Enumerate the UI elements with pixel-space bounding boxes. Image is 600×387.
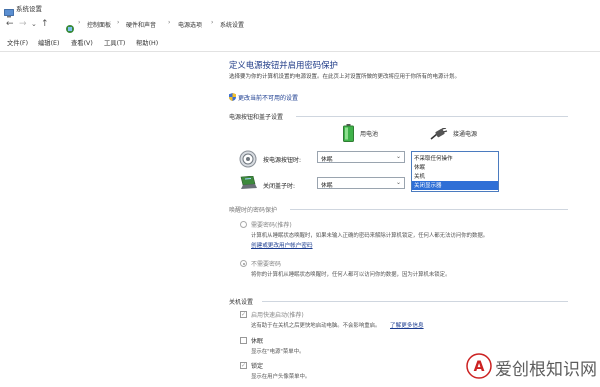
require-password-text: 计算机从睡眠状态唤醒时，如果未输入正确的密码来解除计算机锁定，任何人都无法访问你… bbox=[251, 233, 489, 239]
plugged-column-label: 接通电源 bbox=[453, 131, 478, 138]
no-password-text: 将你的计算机从睡眠状态唤醒时，任何人都可以访问你的数据，因为计算机未锁定。 bbox=[251, 272, 451, 278]
menu-help[interactable]: 帮助(H) bbox=[136, 38, 158, 47]
battery-icon bbox=[343, 124, 354, 146]
lock-text: 显示在用户头像菜单中。 bbox=[251, 374, 311, 380]
breadcrumb-separator: › bbox=[168, 19, 171, 26]
watermark-logo-letter: A bbox=[474, 359, 485, 375]
power-button-plugged-dropdown[interactable]: 不采取任何操作 休眠 关机 关闭显示器 bbox=[411, 151, 499, 192]
battery-column-label: 用电池 bbox=[360, 131, 379, 138]
lid-close-battery-select[interactable]: 休眠 ⌄ bbox=[317, 177, 405, 189]
lock-label: 锁定 bbox=[251, 363, 264, 370]
chevron-down-icon: ⌄ bbox=[395, 153, 401, 160]
hibernate-text: 显示在"电源"菜单中。 bbox=[251, 349, 305, 355]
hibernate-label: 休眠 bbox=[251, 338, 264, 345]
watermark-text: 爱创根知识网 bbox=[495, 360, 597, 380]
dropdown-option-hibernate[interactable]: 休眠 bbox=[414, 163, 425, 171]
password-section-title: 唤醒时的密码保护 bbox=[229, 207, 278, 214]
title-bar: 系统设置 bbox=[0, 0, 600, 18]
menu-divider bbox=[0, 51, 600, 52]
uac-shield-icon bbox=[229, 93, 236, 103]
fast-startup-checkbox[interactable]: ✓ bbox=[240, 311, 247, 318]
breadcrumb-hardware-sound[interactable]: 硬件和声音 bbox=[126, 20, 156, 29]
back-button[interactable]: ← bbox=[6, 18, 14, 30]
require-password-radio[interactable] bbox=[240, 221, 247, 228]
dropdown-option-turn-off-display[interactable]: 关闭显示器 bbox=[412, 181, 498, 190]
shutdown-section-title: 关机设置 bbox=[229, 299, 254, 306]
plug-icon bbox=[430, 125, 448, 144]
hibernate-checkbox[interactable] bbox=[240, 337, 247, 344]
lid-close-label: 关闭盖子时: bbox=[263, 183, 296, 190]
page-description: 选择要为你的计算机设置的电源设置。在此页上对设置所做的更改将应用于你所有的电源计… bbox=[229, 74, 461, 80]
up-button[interactable]: ↑ bbox=[41, 18, 49, 30]
menu-tools[interactable]: 工具(T) bbox=[104, 38, 125, 47]
menu-bar: 文件(F) 编辑(E) 查看(V) 工具(T) 帮助(H) bbox=[0, 36, 600, 48]
breadcrumb-separator: › bbox=[117, 19, 120, 26]
laptop-lid-icon bbox=[238, 175, 258, 194]
change-settings-link-text[interactable]: 更改当前不可用的设置 bbox=[238, 95, 298, 102]
watermark-logo-icon: A bbox=[466, 353, 492, 383]
no-password-label: 不需要密码 bbox=[251, 261, 282, 268]
page-title: 定义电源按钮并启用密码保护 bbox=[229, 60, 338, 70]
require-password-label: 需要密码(推荐) bbox=[251, 222, 292, 229]
menu-edit[interactable]: 编辑(E) bbox=[38, 38, 60, 47]
address-bar: ← → ⌄ ↑ › 控制面板 › 硬件和声音 › 电源选项 › 系统设置 bbox=[0, 16, 600, 34]
change-settings-link[interactable]: 更改当前不可用的设置 bbox=[229, 93, 298, 103]
lock-checkbox[interactable]: ✓ bbox=[240, 362, 247, 369]
breadcrumb-separator: › bbox=[211, 19, 214, 26]
fast-startup-text: 这有助于在关机之后更快地启动电脑。不会影响重启。 bbox=[251, 323, 381, 329]
select-value: 休眠 bbox=[321, 183, 333, 189]
section-divider bbox=[262, 301, 568, 302]
breadcrumb-separator: › bbox=[78, 19, 81, 26]
select-value: 休眠 bbox=[321, 157, 333, 163]
power-button-battery-select[interactable]: 休眠 ⌄ bbox=[317, 151, 405, 163]
create-password-link[interactable]: 创建或更改用户帐户密码 bbox=[251, 241, 313, 249]
breadcrumb-control-panel[interactable]: 控制面板 bbox=[87, 20, 111, 29]
breadcrumb[interactable]: › 控制面板 › 硬件和声音 › 电源选项 › 系统设置 bbox=[60, 18, 600, 33]
section-divider bbox=[290, 209, 568, 210]
menu-file[interactable]: 文件(F) bbox=[7, 38, 28, 47]
no-password-radio[interactable] bbox=[240, 260, 247, 267]
section-divider bbox=[296, 116, 568, 117]
recent-pages-button[interactable]: ⌄ bbox=[31, 18, 37, 30]
power-button-label: 按电源按钮时: bbox=[263, 157, 302, 164]
fast-startup-label: 启用快速启动(推荐) bbox=[251, 312, 304, 319]
dropdown-option-do-nothing[interactable]: 不采取任何操作 bbox=[414, 154, 453, 162]
learn-more-link[interactable]: 了解更多信息 bbox=[390, 321, 424, 329]
breadcrumb-system-settings[interactable]: 系统设置 bbox=[220, 20, 244, 29]
menu-view[interactable]: 查看(V) bbox=[71, 38, 93, 47]
window-title: 系统设置 bbox=[16, 5, 42, 13]
power-button-icon bbox=[239, 150, 257, 172]
window-app-icon bbox=[4, 3, 14, 18]
chevron-down-icon: ⌄ bbox=[395, 179, 401, 186]
forward-button[interactable]: → bbox=[19, 18, 27, 30]
breadcrumb-power-options[interactable]: 电源选项 bbox=[178, 20, 202, 29]
dropdown-option-shutdown[interactable]: 关机 bbox=[414, 172, 425, 180]
power-section-title: 电源按钮和盖子设置 bbox=[229, 114, 284, 121]
